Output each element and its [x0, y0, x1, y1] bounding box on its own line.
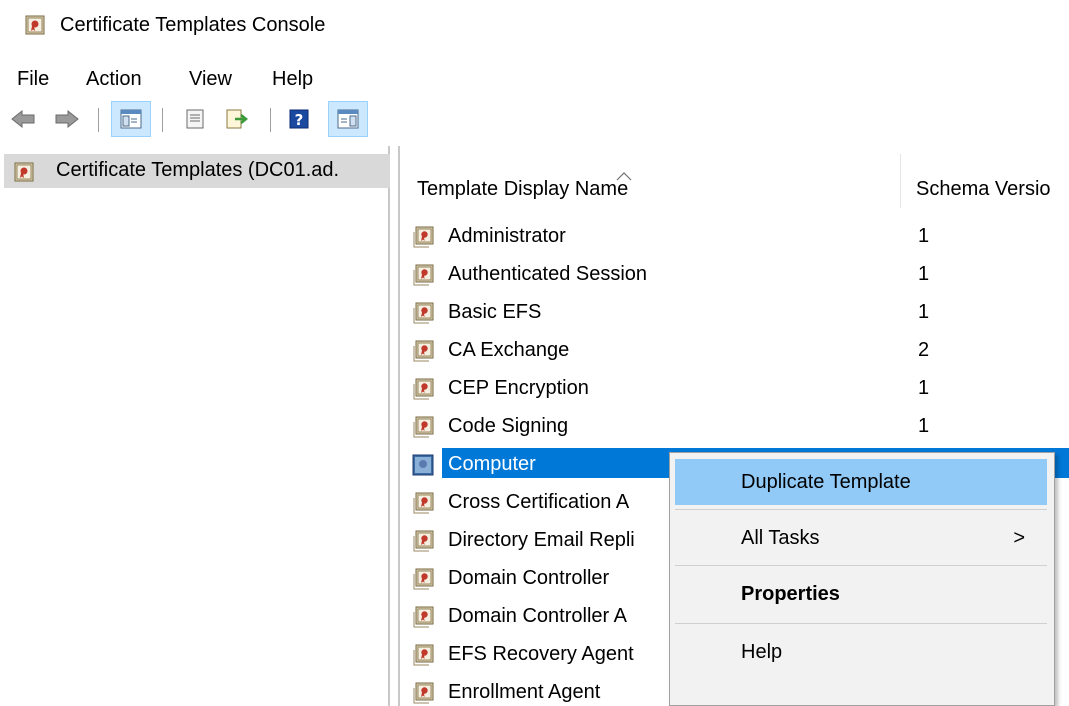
- back-icon[interactable]: [8, 104, 38, 134]
- table-row[interactable]: Code Signing 1: [400, 408, 1069, 446]
- table-row[interactable]: Basic EFS 1: [400, 294, 1069, 332]
- context-menu-item-all-tasks[interactable]: All Tasks >: [675, 515, 1047, 561]
- schema-version: 1: [918, 301, 930, 323]
- schema-version: 2: [918, 339, 930, 361]
- template-name: Domain Controller A: [448, 605, 627, 627]
- certificate-template-icon: [412, 568, 434, 596]
- schema-version: 1: [918, 263, 930, 285]
- column-header-label: Template Display Name: [417, 178, 629, 200]
- menu-item-label: All Tasks: [741, 527, 820, 549]
- certificate-template-icon: [412, 302, 434, 330]
- menu-help[interactable]: Help: [268, 66, 317, 93]
- certificate-template-icon: [412, 416, 434, 444]
- tree-item-certificate-templates[interactable]: Certificate Templates (DC01.ad.: [4, 154, 390, 188]
- template-name: CEP Encryption: [448, 377, 589, 399]
- toolbar-separator: [162, 108, 163, 132]
- template-name: Computer: [448, 453, 536, 475]
- menu-item-label: Properties: [741, 583, 840, 605]
- schema-version: 1: [918, 377, 930, 399]
- menu-file[interactable]: File: [13, 66, 53, 93]
- table-row[interactable]: CA Exchange 2: [400, 332, 1069, 370]
- column-header-schema-version[interactable]: Schema Versio: [902, 154, 1069, 208]
- template-name: Directory Email Repli: [448, 529, 635, 551]
- template-name: Cross Certification A: [448, 491, 630, 513]
- certificate-template-icon: [412, 340, 434, 368]
- chevron-right-icon: >: [1013, 527, 1025, 549]
- certificate-template-icon: [25, 15, 45, 35]
- export-list-icon[interactable]: [222, 104, 252, 134]
- certificate-template-icon: [14, 162, 34, 187]
- template-name: Basic EFS: [448, 301, 542, 323]
- table-row[interactable]: Authenticated Session 1: [400, 256, 1069, 294]
- menu-action[interactable]: Action: [82, 66, 146, 93]
- toolbar: ?: [0, 96, 1069, 146]
- column-header-template-display-name[interactable]: Template Display Name: [400, 154, 900, 208]
- toolbar-separator: [270, 108, 271, 132]
- table-row[interactable]: Administrator 1: [400, 218, 1069, 256]
- schema-version: 1: [918, 225, 930, 247]
- menu-separator: [675, 509, 1047, 510]
- menu-separator: [675, 623, 1047, 624]
- template-name: EFS Recovery Agent: [448, 643, 634, 665]
- certificate-template-icon: [412, 606, 434, 634]
- properties-icon[interactable]: [180, 104, 210, 134]
- help-icon[interactable]: ?: [284, 104, 314, 134]
- certificate-template-icon: [412, 226, 434, 254]
- template-name: Domain Controller: [448, 567, 610, 589]
- certificate-template-icon: [412, 682, 434, 706]
- template-name: CA Exchange: [448, 339, 570, 361]
- column-separator[interactable]: [900, 154, 901, 208]
- schema-version: 1: [918, 415, 930, 437]
- certificate-template-icon: [412, 530, 434, 558]
- template-name: Authenticated Session: [448, 263, 648, 285]
- console-tree: Certificate Templates (DC01.ad.: [0, 146, 390, 706]
- title-bar: Certificate Templates Console: [0, 0, 1069, 62]
- context-menu: Duplicate Template All Tasks > Propertie…: [669, 452, 1055, 706]
- show-hide-action-pane-icon[interactable]: [328, 101, 368, 137]
- menu-item-label: Help: [741, 641, 783, 663]
- table-row[interactable]: CEP Encryption 1: [400, 370, 1069, 408]
- template-name: Enrollment Agent: [448, 681, 601, 703]
- menu-separator: [675, 565, 1047, 566]
- template-name: Administrator: [448, 225, 566, 247]
- menu-item-label: Duplicate Template: [741, 471, 911, 493]
- certificate-template-icon: [412, 644, 434, 672]
- certificate-template-icon: [412, 454, 434, 482]
- menu-bar: File Action View Help: [0, 62, 1069, 96]
- menu-view[interactable]: View: [185, 66, 236, 93]
- template-name: Code Signing: [448, 415, 569, 437]
- tree-item-label: Certificate Templates (DC01.ad.: [56, 159, 340, 181]
- column-header-label: Schema Versio: [916, 178, 1051, 200]
- certificate-template-icon: [412, 378, 434, 406]
- context-menu-item-help[interactable]: Help: [675, 629, 1047, 675]
- show-hide-console-tree-icon[interactable]: [111, 101, 151, 137]
- window-title: Certificate Templates Console: [60, 14, 326, 36]
- context-menu-item-properties[interactable]: Properties: [675, 571, 1047, 617]
- svg-text:?: ?: [295, 111, 304, 129]
- forward-icon[interactable]: [52, 104, 82, 134]
- certificate-template-icon: [412, 492, 434, 520]
- certificate-template-icon: [412, 264, 434, 292]
- toolbar-separator: [98, 108, 99, 132]
- context-menu-item-duplicate-template[interactable]: Duplicate Template: [675, 459, 1047, 505]
